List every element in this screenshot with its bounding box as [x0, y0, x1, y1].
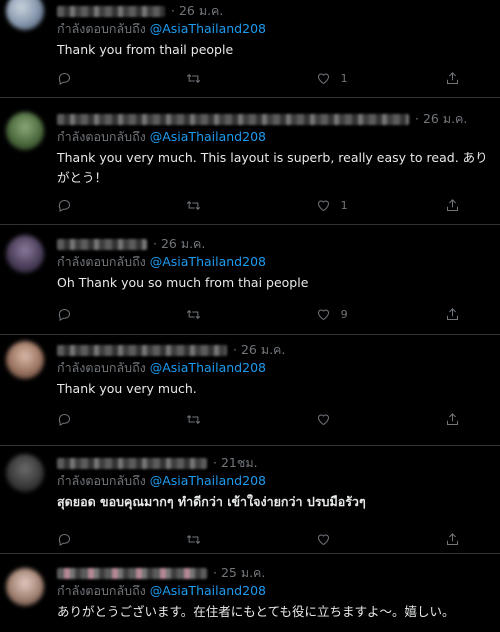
timestamp[interactable]: · 26 ม.ค.: [415, 109, 467, 129]
like-button[interactable]: 9: [316, 307, 376, 322]
like-button[interactable]: 1: [316, 198, 376, 213]
retweet-icon: [187, 200, 201, 210]
retweet-button[interactable]: [186, 412, 246, 427]
reply-text: Thank you very much.: [57, 381, 197, 396]
heart-icon: [317, 309, 329, 320]
timestamp[interactable]: · 26 ม.ค.: [171, 1, 223, 21]
replying-to-label: กำลังตอบกลับถึง: [57, 254, 146, 269]
heart-icon: [317, 534, 329, 545]
username-blurred[interactable]: [57, 238, 147, 250]
retweet-button[interactable]: [186, 532, 246, 547]
mention-link[interactable]: @AsiaThailand208: [150, 360, 266, 375]
comment-icon: [58, 413, 70, 426]
replying-to-label: กำลังตอบกลับถึง: [57, 473, 146, 488]
reply-text: สุดยอด ขอบคุณมากๆ ทำดีกว่า เข้าใจง่ายกว่…: [57, 494, 366, 509]
username-blurred[interactable]: [57, 5, 165, 17]
reply-item[interactable]: · 26 ม.ค. กำลังตอบกลับถึง @AsiaThailand2…: [0, 335, 500, 446]
reply-item[interactable]: · 25 ม.ค. กำลังตอบกลับถึง @AsiaThailand2…: [0, 554, 500, 632]
reply-text: ありがとうございます。在住者にもとても役に立ちますよ〜。嬉しい。: [57, 604, 455, 619]
share-icon: [446, 532, 458, 545]
retweet-button[interactable]: [186, 307, 246, 322]
mention-link[interactable]: @AsiaThailand208: [150, 254, 266, 269]
action-bar: [57, 410, 460, 428]
share-icon: [446, 412, 458, 425]
like-count: 9: [340, 307, 348, 321]
action-bar: [57, 530, 460, 548]
replying-to-line: กำลังตอบกลับถึง @AsiaThailand208: [57, 359, 490, 377]
like-button[interactable]: 1: [316, 71, 376, 86]
share-button[interactable]: [445, 198, 460, 213]
like-count: 1: [340, 198, 348, 212]
share-button[interactable]: [445, 532, 460, 547]
replying-to-line: กำลังตอบกลับถึง @AsiaThailand208: [57, 253, 490, 271]
heart-icon: [317, 73, 329, 84]
reply-item[interactable]: · 26 ม.ค. กำลังตอบกลับถึง @AsiaThailand2…: [0, 0, 500, 98]
avatar[interactable]: [6, 0, 44, 30]
reply-item[interactable]: · 26 ม.ค. กำลังตอบกลับถึง @AsiaThailand2…: [0, 98, 500, 225]
heart-icon: [317, 200, 329, 211]
avatar[interactable]: [6, 112, 44, 150]
replying-to-line: กำลังตอบกลับถึง @AsiaThailand208: [57, 582, 490, 600]
comment-icon: [58, 308, 70, 321]
reply-item[interactable]: · 21ชม. กำลังตอบกลับถึง @AsiaThailand208…: [0, 446, 500, 554]
replying-to-line: กำลังตอบกลับถึง @AsiaThailand208: [57, 128, 490, 146]
reply-item[interactable]: · 26 ม.ค. กำลังตอบกลับถึง @AsiaThailand2…: [0, 225, 500, 335]
comment-icon: [58, 72, 70, 85]
reply-text: Oh Thank you so much from thai people: [57, 275, 309, 290]
username-blurred[interactable]: [57, 113, 409, 125]
replying-to-label: กำลังตอบกลับถึง: [57, 129, 146, 144]
retweet-icon: [187, 309, 201, 319]
action-bar: 1: [57, 69, 460, 87]
comment-icon: [58, 533, 70, 546]
comment-icon: [58, 199, 70, 212]
avatar[interactable]: [6, 454, 44, 492]
like-button[interactable]: [316, 412, 376, 427]
share-icon: [446, 198, 458, 211]
reply-text: Thank you from thail people: [57, 42, 234, 57]
retweet-button[interactable]: [186, 198, 246, 213]
username-blurred[interactable]: [57, 567, 207, 579]
username-blurred[interactable]: [57, 344, 227, 356]
mention-link[interactable]: @AsiaThailand208: [150, 583, 266, 598]
retweet-icon: [187, 534, 201, 544]
timestamp[interactable]: · 26 ม.ค.: [233, 340, 285, 360]
timestamp[interactable]: · 21ชม.: [213, 453, 258, 473]
reply-button[interactable]: [57, 198, 117, 213]
share-icon: [446, 71, 458, 84]
like-button[interactable]: [316, 532, 376, 547]
avatar[interactable]: [6, 235, 44, 273]
replying-to-label: กำลังตอบกลับถึง: [57, 360, 146, 375]
reply-button[interactable]: [57, 532, 117, 547]
reply-feed: · 26 ม.ค. กำลังตอบกลับถึง @AsiaThailand2…: [0, 0, 500, 632]
retweet-button[interactable]: [186, 71, 246, 86]
retweet-icon: [187, 73, 201, 83]
action-bar: 9: [57, 305, 460, 323]
retweet-icon: [187, 414, 201, 424]
mention-link[interactable]: @AsiaThailand208: [150, 473, 266, 488]
share-icon: [446, 307, 458, 320]
replying-to-label: กำลังตอบกลับถึง: [57, 583, 146, 598]
mention-link[interactable]: @AsiaThailand208: [150, 21, 266, 36]
reply-button[interactable]: [57, 71, 117, 86]
like-count: 1: [340, 71, 348, 85]
replying-to-line: กำลังตอบกลับถึง @AsiaThailand208: [57, 20, 490, 38]
replying-to-label: กำลังตอบกลับถึง: [57, 21, 146, 36]
timestamp[interactable]: · 25 ม.ค.: [213, 563, 265, 583]
share-button[interactable]: [445, 412, 460, 427]
timestamp[interactable]: · 26 ม.ค.: [153, 234, 205, 254]
share-button[interactable]: [445, 71, 460, 86]
action-bar: 1: [57, 196, 460, 214]
replying-to-line: กำลังตอบกลับถึง @AsiaThailand208: [57, 472, 490, 490]
avatar[interactable]: [6, 568, 44, 606]
reply-button[interactable]: [57, 412, 117, 427]
avatar[interactable]: [6, 341, 44, 379]
reply-button[interactable]: [57, 307, 117, 322]
heart-icon: [317, 414, 329, 425]
reply-text: Thank you very much. This layout is supe…: [57, 150, 488, 185]
mention-link[interactable]: @AsiaThailand208: [150, 129, 266, 144]
share-button[interactable]: [445, 307, 460, 322]
username-blurred[interactable]: [57, 457, 207, 469]
